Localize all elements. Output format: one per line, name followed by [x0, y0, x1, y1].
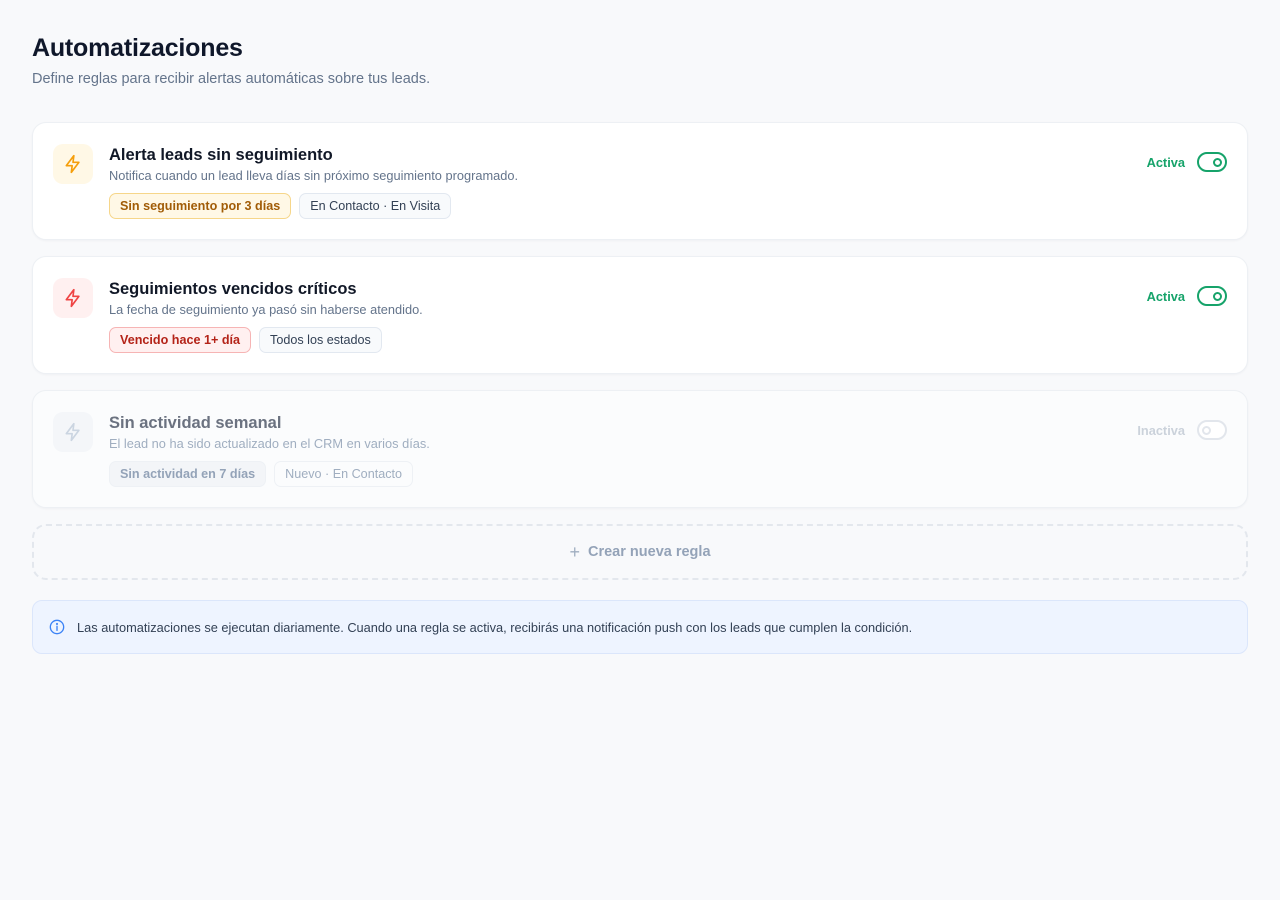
rule-description: El lead no ha sido actualizado en el CRM… [109, 436, 430, 451]
rule-title: Sin actividad semanal [109, 414, 282, 432]
create-rule-label: Crear nueva regla [588, 544, 711, 560]
bolt-icon [65, 154, 80, 174]
rule-body: Seguimientos vencidos críticos La fecha … [109, 278, 1067, 353]
rule-icon-badge [53, 278, 93, 318]
rule-scope-chip: En Contacto · En Visita [299, 193, 452, 219]
plus-icon: + [569, 542, 580, 562]
rules-list: Alerta leads sin seguimiento Notifica cu… [32, 122, 1248, 508]
rule-condition-chip: Vencido hace 1+ día [109, 327, 252, 353]
page-subtitle: Define reglas para recibir alertas autom… [32, 71, 431, 87]
rule-toggle[interactable] [1197, 420, 1227, 440]
rule-card[interactable]: Seguimientos vencidos críticos La fecha … [32, 256, 1248, 374]
rule-condition-chip: Sin seguimiento por 3 días [109, 193, 292, 219]
automations-page: Automatizaciones Define reglas para reci… [0, 0, 1280, 900]
rule-status: Activa [1147, 286, 1227, 306]
page-title: Automatizaciones [32, 34, 243, 62]
bolt-icon [65, 288, 80, 308]
rule-body: Alerta leads sin seguimiento Notifica cu… [109, 144, 1067, 219]
create-rule-button[interactable]: + Crear nueva regla [32, 524, 1248, 580]
toggle-knob [1213, 291, 1222, 301]
toggle-knob [1202, 425, 1211, 435]
status-label: Activa [1146, 154, 1185, 170]
rule-icon-badge [53, 144, 93, 184]
rule-description: Notifica cuando un lead lleva días sin p… [109, 168, 519, 183]
rule-icon-badge [53, 412, 93, 452]
rule-chips: Sin actividad en 7 días Nuevo · En Conta… [109, 461, 1067, 487]
rule-chips: Vencido hace 1+ día Todos los estados [109, 327, 1067, 353]
rule-card[interactable]: Sin actividad semanal El lead no ha sido… [32, 390, 1248, 508]
info-banner: Las automatizaciones se ejecutan diariam… [32, 600, 1248, 654]
status-label: Inactiva [1137, 422, 1185, 438]
info-icon [49, 619, 65, 635]
status-label: Activa [1146, 288, 1185, 304]
info-text: Las automatizaciones se ejecutan diariam… [77, 619, 913, 635]
rule-scope-chip: Nuevo · En Contacto [274, 461, 413, 487]
rule-toggle[interactable] [1197, 152, 1227, 172]
rule-title: Alerta leads sin seguimiento [109, 146, 333, 164]
rule-status: Inactiva [1137, 420, 1227, 440]
rule-body: Sin actividad semanal El lead no ha sido… [109, 412, 1067, 487]
rule-condition-chip: Sin actividad en 7 días [109, 461, 267, 487]
toggle-knob [1213, 157, 1222, 167]
rule-title: Seguimientos vencidos críticos [109, 280, 357, 298]
rule-toggle[interactable] [1197, 286, 1227, 306]
rule-scope-chip: Todos los estados [259, 327, 382, 353]
rule-chips: Sin seguimiento por 3 días En Contacto ·… [109, 193, 1067, 219]
rule-description: La fecha de seguimiento ya pasó sin habe… [109, 302, 423, 317]
rule-status: Activa [1147, 152, 1227, 172]
rule-card[interactable]: Alerta leads sin seguimiento Notifica cu… [32, 122, 1248, 240]
bolt-icon [65, 422, 80, 442]
